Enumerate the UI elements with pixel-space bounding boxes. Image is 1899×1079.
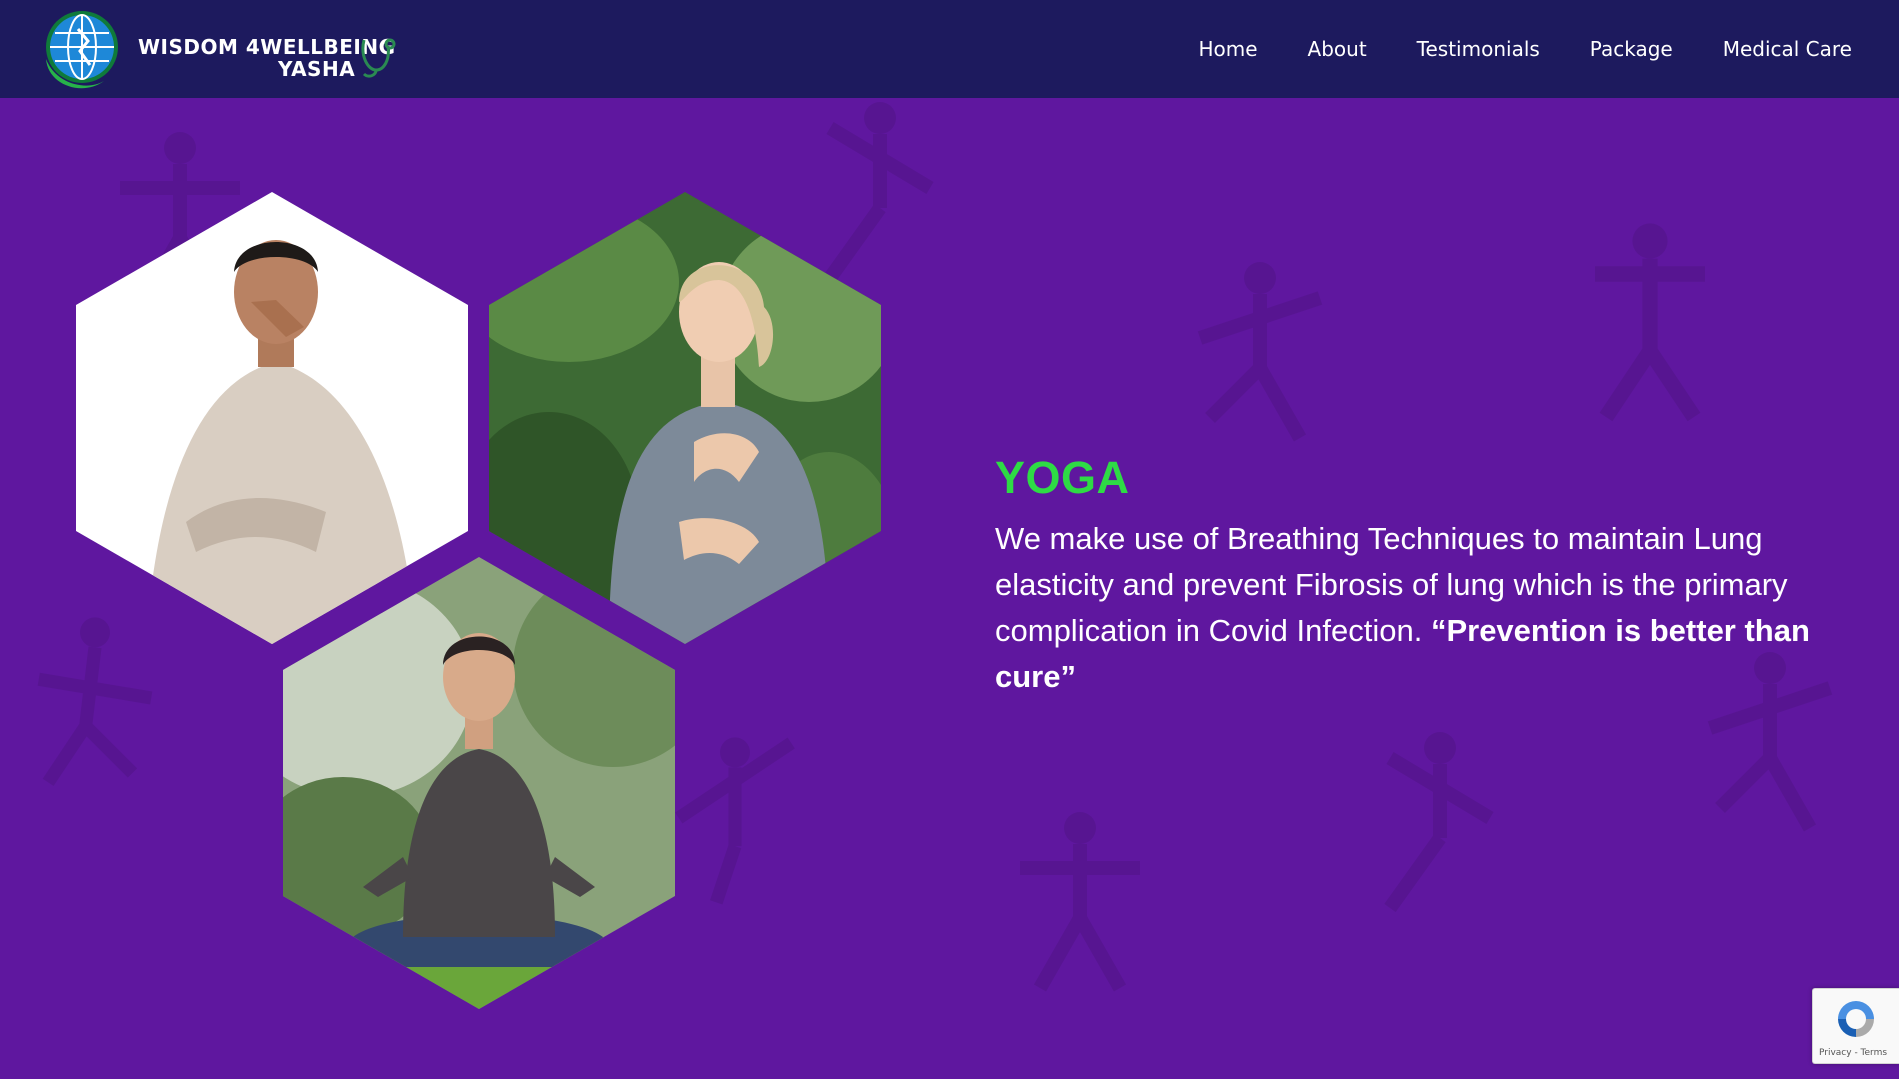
nav-package[interactable]: Package <box>1590 37 1673 61</box>
recaptcha-links[interactable]: Privacy - Terms <box>1819 1048 1887 1058</box>
nav-medical-care[interactable]: Medical Care <box>1723 37 1852 61</box>
site-header: WISDOM 4WELLBEING YASHA Home About Testi… <box>0 0 1899 98</box>
yoga-content: YOGA We make use of Breathing Techniques… <box>995 450 1825 700</box>
main-nav: Home About Testimonials Package Medical … <box>1148 0 1852 98</box>
nav-testimonials[interactable]: Testimonials <box>1417 37 1540 61</box>
recaptcha-badge[interactable]: Privacy - Terms <box>1812 988 1899 1064</box>
recaptcha-icon <box>1838 1001 1874 1037</box>
yoga-pose-background-icon <box>824 102 934 283</box>
logo-text: WISDOM 4WELLBEING YASHA <box>138 36 396 80</box>
nav-about[interactable]: About <box>1308 37 1367 61</box>
logo-line2: YASHA <box>278 57 356 81</box>
yoga-pose-background-icon <box>1197 262 1323 442</box>
stethoscope-icon <box>361 38 396 78</box>
section-description: We make use of Breathing Techniques to m… <box>995 516 1825 700</box>
section-title: YOGA <box>995 452 1130 503</box>
man-meditating-photo <box>283 557 675 1009</box>
globe-logo-icon <box>46 11 118 89</box>
yoga-pose-background-icon <box>1595 223 1705 422</box>
yoga-pose-background-icon <box>675 737 795 905</box>
logo-line1: WISDOM 4WELLBEING <box>138 35 396 59</box>
site-logo[interactable]: WISDOM 4WELLBEING YASHA <box>38 6 398 96</box>
yoga-pose-background-icon <box>1384 732 1494 913</box>
nav-home[interactable]: Home <box>1198 37 1257 61</box>
yoga-pose-background-icon <box>1020 812 1140 992</box>
yoga-pose-background-icon <box>37 617 153 787</box>
yoga-section: YOGA We make use of Breathing Techniques… <box>0 98 1899 1079</box>
